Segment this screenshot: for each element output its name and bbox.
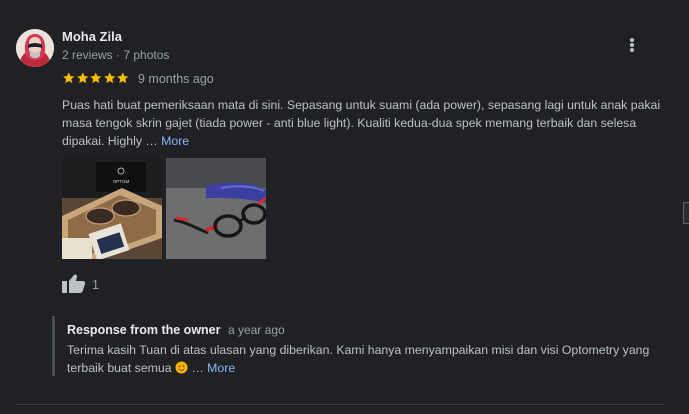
scrollbar-handle[interactable] <box>683 202 689 224</box>
owner-response-ellipsis: … <box>191 361 204 375</box>
star-icon <box>90 72 102 84</box>
review-photo-box[interactable]: OPTOM <box>62 158 162 259</box>
review-more-link[interactable]: More <box>161 134 189 148</box>
review-text: Puas hati buat pemeriksaan mata di sini.… <box>62 96 674 150</box>
review-card: Moha Zila 2 reviews · 7 photos 9 months … <box>0 0 689 414</box>
author-review-count: 2 reviews · 7 photos <box>62 48 170 62</box>
owner-response: Response from the owner a year ago Terim… <box>52 316 665 376</box>
like-button[interactable] <box>62 274 86 294</box>
photo-brand-text: OPTOM <box>113 179 130 184</box>
owner-response-more-link[interactable]: More <box>207 361 235 375</box>
review-body: Puas hati buat pemeriksaan mata di sini.… <box>62 98 661 148</box>
star-icon <box>76 72 88 84</box>
owner-response-text: Terima kasih Tuan di atas ulasan yang di… <box>67 341 663 377</box>
smiling-face-emoji-icon <box>175 361 188 374</box>
star-icon <box>63 72 75 84</box>
more-options-icon[interactable] <box>620 34 644 56</box>
star-rating <box>62 71 130 87</box>
glasses-box-photo: OPTOM <box>62 158 162 259</box>
thumbs-up-icon <box>62 274 86 293</box>
author-name[interactable]: Moha Zila <box>62 29 122 45</box>
black-red-glasses-photo <box>166 158 266 259</box>
owner-response-body: Terima kasih Tuan di atas ulasan yang di… <box>67 343 650 375</box>
owner-response-date: a year ago <box>227 323 285 337</box>
review-divider <box>16 404 664 405</box>
like-count: 1 <box>92 278 99 292</box>
review-date: 9 months ago <box>138 72 214 86</box>
star-icon <box>103 72 115 84</box>
avatar-image <box>16 29 54 67</box>
author-avatar[interactable] <box>16 29 54 67</box>
owner-response-header: Response from the owner a year ago <box>67 322 285 338</box>
star-icon <box>117 72 129 84</box>
review-photo-glasses[interactable] <box>166 158 266 259</box>
owner-response-title: Response from the owner <box>67 323 221 337</box>
